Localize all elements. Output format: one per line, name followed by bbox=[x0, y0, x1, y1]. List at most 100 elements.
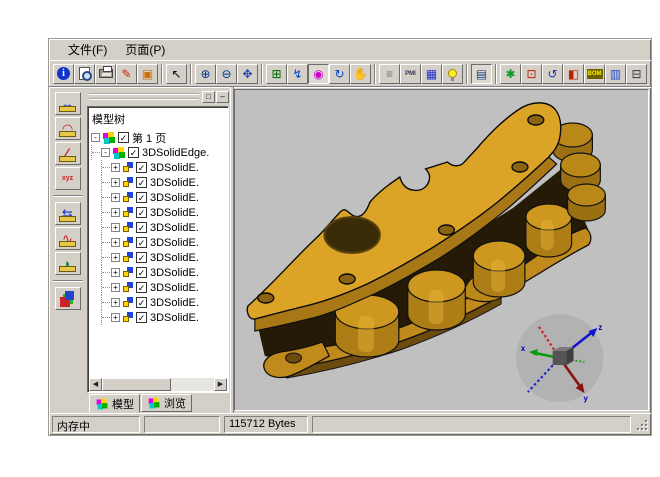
move-part-button[interactable]: ⊡ bbox=[521, 64, 542, 84]
tree-node-label[interactable]: 3DSolidE. bbox=[150, 192, 199, 204]
collapse-icon[interactable]: - bbox=[91, 133, 100, 142]
tree-node-label[interactable]: 3DSolidE. bbox=[150, 297, 199, 309]
tree-hscrollbar[interactable]: ◀ ▶ bbox=[89, 378, 227, 391]
tree-node-label[interactable]: 3DSolidE. bbox=[150, 267, 199, 279]
resize-grip[interactable] bbox=[635, 418, 648, 431]
structure-tree-button[interactable]: ⊟ bbox=[626, 64, 647, 84]
tree-row[interactable]: + ✓3DSolidE. bbox=[91, 310, 228, 325]
view-cube-button[interactable]: ▦ bbox=[421, 64, 442, 84]
visibility-checkbox[interactable]: ✓ bbox=[136, 192, 147, 203]
nav-sphere[interactable]: z x y bbox=[516, 314, 603, 403]
zoom-in-button[interactable]: ⊕ bbox=[195, 64, 216, 84]
expand-icon[interactable]: + bbox=[111, 208, 120, 217]
expand-icon[interactable]: + bbox=[111, 313, 120, 322]
tree-row[interactable]: + ✓3DSolidE. bbox=[91, 190, 228, 205]
visibility-checkbox[interactable]: ✓ bbox=[136, 207, 147, 218]
tree-node-label[interactable]: 3DSolidE. bbox=[150, 252, 199, 264]
viewport-3d[interactable]: z x y bbox=[234, 89, 649, 411]
tree-row[interactable]: + ✓3DSolidE. bbox=[91, 205, 228, 220]
notebook-panel-button[interactable]: ▤ bbox=[471, 64, 492, 84]
tab-browse[interactable]: 浏览 bbox=[141, 394, 192, 412]
light-toggle-button[interactable] bbox=[442, 64, 463, 84]
measure-distance-button[interactable]: ⇆ bbox=[55, 202, 81, 225]
expand-icon[interactable]: + bbox=[111, 223, 120, 232]
visibility-checkbox[interactable]: ✓ bbox=[136, 177, 147, 188]
markup-pen-button[interactable]: ✎ bbox=[116, 64, 137, 84]
expand-icon[interactable]: + bbox=[111, 178, 120, 187]
expand-icon[interactable]: + bbox=[111, 253, 120, 262]
tree-node-label[interactable]: 3DSolidE. bbox=[150, 162, 199, 174]
visibility-checkbox[interactable]: ✓ bbox=[128, 147, 139, 158]
tree-node-label[interactable]: 3DSolidE. bbox=[150, 237, 199, 249]
measure-horizontal-button[interactable]: ↔ bbox=[55, 92, 81, 115]
visibility-checkbox[interactable]: ✓ bbox=[118, 132, 129, 143]
scroll-left-button[interactable]: ◀ bbox=[89, 378, 102, 391]
measure-angle-button[interactable]: ∠ bbox=[55, 142, 81, 165]
scroll-track[interactable] bbox=[102, 378, 214, 391]
coordinate-point-button[interactable]: xyz bbox=[55, 167, 81, 190]
pan-hand-button[interactable]: ✋ bbox=[350, 64, 371, 84]
collapse-icon[interactable]: - bbox=[101, 148, 110, 157]
visibility-checkbox[interactable]: ✓ bbox=[136, 282, 147, 293]
measure-volume-button[interactable] bbox=[55, 287, 81, 310]
tab-model[interactable]: 模型 bbox=[89, 394, 140, 413]
visibility-checkbox[interactable]: ✓ bbox=[136, 222, 147, 233]
tree-node-label[interactable]: 第 1 页 bbox=[132, 130, 166, 146]
explode-view-button[interactable]: ◧ bbox=[563, 64, 584, 84]
print-button[interactable] bbox=[95, 64, 116, 84]
menu-page[interactable]: 页面(P) bbox=[116, 39, 174, 60]
tree-row[interactable]: + ✓3DSolidE. bbox=[91, 295, 228, 310]
select-cursor-button[interactable]: ↖ bbox=[166, 64, 187, 84]
render-layers-button[interactable]: ≡ bbox=[379, 64, 400, 84]
visibility-checkbox[interactable]: ✓ bbox=[136, 297, 147, 308]
scroll-right-button[interactable]: ▶ bbox=[214, 378, 227, 391]
zoom-out-button[interactable]: ⊖ bbox=[216, 64, 237, 84]
visibility-checkbox[interactable]: ✓ bbox=[136, 162, 147, 173]
panel-gripper[interactable] bbox=[89, 93, 199, 100]
update-view-button[interactable]: ↺ bbox=[542, 64, 563, 84]
tree-row[interactable]: + ✓3DSolidE. bbox=[91, 220, 228, 235]
expand-icon[interactable]: + bbox=[111, 163, 120, 172]
tree-row[interactable]: + ✓3DSolidE. bbox=[91, 160, 228, 175]
visibility-checkbox[interactable]: ✓ bbox=[136, 267, 147, 278]
tree-row[interactable]: + ✓3DSolidE. bbox=[91, 280, 228, 295]
menu-file[interactable]: 文件(F) bbox=[59, 39, 116, 60]
pan-axes-button[interactable]: ✥ bbox=[237, 64, 258, 84]
tree-row[interactable]: + ✓3DSolidE. bbox=[91, 265, 228, 280]
bom-table-button[interactable]: BOM bbox=[584, 64, 605, 84]
panel-minimize-button[interactable]: – bbox=[216, 91, 229, 103]
tree-row[interactable]: + ✓3DSolidE. bbox=[91, 175, 228, 190]
tree-node-label[interactable]: 3DSolidE. bbox=[150, 207, 199, 219]
visibility-checkbox[interactable]: ✓ bbox=[136, 312, 147, 323]
measure-curve-button[interactable]: ∿ bbox=[55, 227, 81, 250]
zoom-dynamic-button[interactable]: ↯ bbox=[287, 64, 308, 84]
visibility-checkbox[interactable]: ✓ bbox=[136, 237, 147, 248]
tree-node-label[interactable]: 3DSolidEdge. bbox=[142, 147, 209, 159]
zoom-window-button[interactable]: ⊞ bbox=[266, 64, 287, 84]
tree-node-label[interactable]: 3DSolidE. bbox=[150, 312, 199, 324]
spin-view-button[interactable]: ↻ bbox=[329, 64, 350, 84]
expand-icon[interactable]: + bbox=[111, 238, 120, 247]
open-preview-button[interactable] bbox=[74, 64, 95, 84]
assembly-tree-button[interactable]: ✱ bbox=[500, 64, 521, 84]
export-snapshot-button[interactable]: ▣ bbox=[137, 64, 158, 84]
report-view-button[interactable]: ▥ bbox=[605, 64, 626, 84]
tree-row[interactable]: + ✓3DSolidE. bbox=[91, 235, 228, 250]
expand-icon[interactable]: + bbox=[111, 193, 120, 202]
tree-row[interactable]: - ✓3DSolidEdge. bbox=[91, 145, 228, 160]
expand-icon[interactable]: + bbox=[111, 268, 120, 277]
visibility-checkbox[interactable]: ✓ bbox=[136, 252, 147, 263]
measure-area-button[interactable]: ◗ bbox=[55, 252, 81, 275]
pmi-toggle-button[interactable]: PMI bbox=[400, 64, 421, 84]
tree-row[interactable]: - ✓第 1 页 bbox=[91, 130, 228, 145]
measure-radius-button[interactable]: ◠ bbox=[55, 117, 81, 140]
tree-node-label[interactable]: 3DSolidE. bbox=[150, 222, 199, 234]
about-info-button[interactable]: i bbox=[53, 64, 74, 84]
expand-icon[interactable]: + bbox=[111, 298, 120, 307]
tree-node-label[interactable]: 3DSolidE. bbox=[150, 282, 199, 294]
tree-row[interactable]: + ✓3DSolidE. bbox=[91, 250, 228, 265]
panel-restore-button[interactable]: □ bbox=[202, 91, 215, 103]
expand-icon[interactable]: + bbox=[111, 283, 120, 292]
tree-node-label[interactable]: 3DSolidE. bbox=[150, 177, 199, 189]
rotate-center-button[interactable]: ◉ bbox=[308, 64, 329, 84]
